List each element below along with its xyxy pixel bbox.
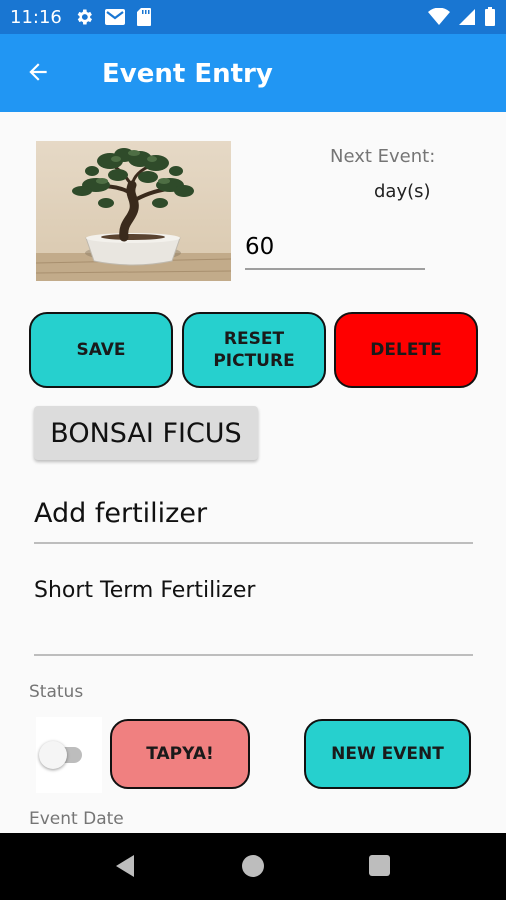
new-event-button[interactable]: NEW EVENT xyxy=(304,719,471,789)
back-button[interactable] xyxy=(20,56,56,92)
wifi-icon xyxy=(428,7,450,31)
app-bar: Event Entry xyxy=(0,34,506,112)
status-label: Status xyxy=(29,682,84,702)
back-triangle-icon[interactable] xyxy=(114,854,136,883)
toggle-thumb xyxy=(39,741,67,769)
event-description-field[interactable]: Short Term Fertilizer xyxy=(34,578,473,656)
sd-card-icon xyxy=(136,7,152,32)
save-button[interactable]: SAVE xyxy=(29,312,173,388)
page-title: Event Entry xyxy=(102,59,273,89)
delete-button[interactable]: DELETE xyxy=(334,312,478,388)
system-nav-bar xyxy=(0,833,506,900)
gmail-icon xyxy=(104,8,126,31)
gear-icon xyxy=(74,7,94,32)
event-title-field[interactable]: Add fertilizer xyxy=(34,498,473,544)
event-date-label: Event Date xyxy=(29,809,124,829)
home-circle-icon[interactable] xyxy=(242,855,264,877)
plant-name-chip[interactable]: BONSAI FICUS xyxy=(34,406,258,460)
arrow-left-icon xyxy=(25,59,51,90)
status-left-icons xyxy=(74,7,152,32)
status-toggle[interactable] xyxy=(36,717,102,793)
battery-icon xyxy=(484,7,496,32)
status-bar: 11:16 xyxy=(0,0,506,34)
status-right-icons xyxy=(428,7,496,32)
days-unit-label: day(s) xyxy=(374,181,431,202)
days-input[interactable] xyxy=(245,226,425,270)
recents-square-icon[interactable] xyxy=(369,855,390,876)
bonsai-ficus-photo[interactable] xyxy=(36,141,231,281)
status-time: 11:16 xyxy=(10,7,62,28)
reset-picture-button[interactable]: RESET PICTURE xyxy=(182,312,326,388)
signal-icon xyxy=(458,8,476,31)
next-event-label: Next Event: xyxy=(330,146,436,167)
tapya-button[interactable]: TAPYA! xyxy=(110,719,250,789)
